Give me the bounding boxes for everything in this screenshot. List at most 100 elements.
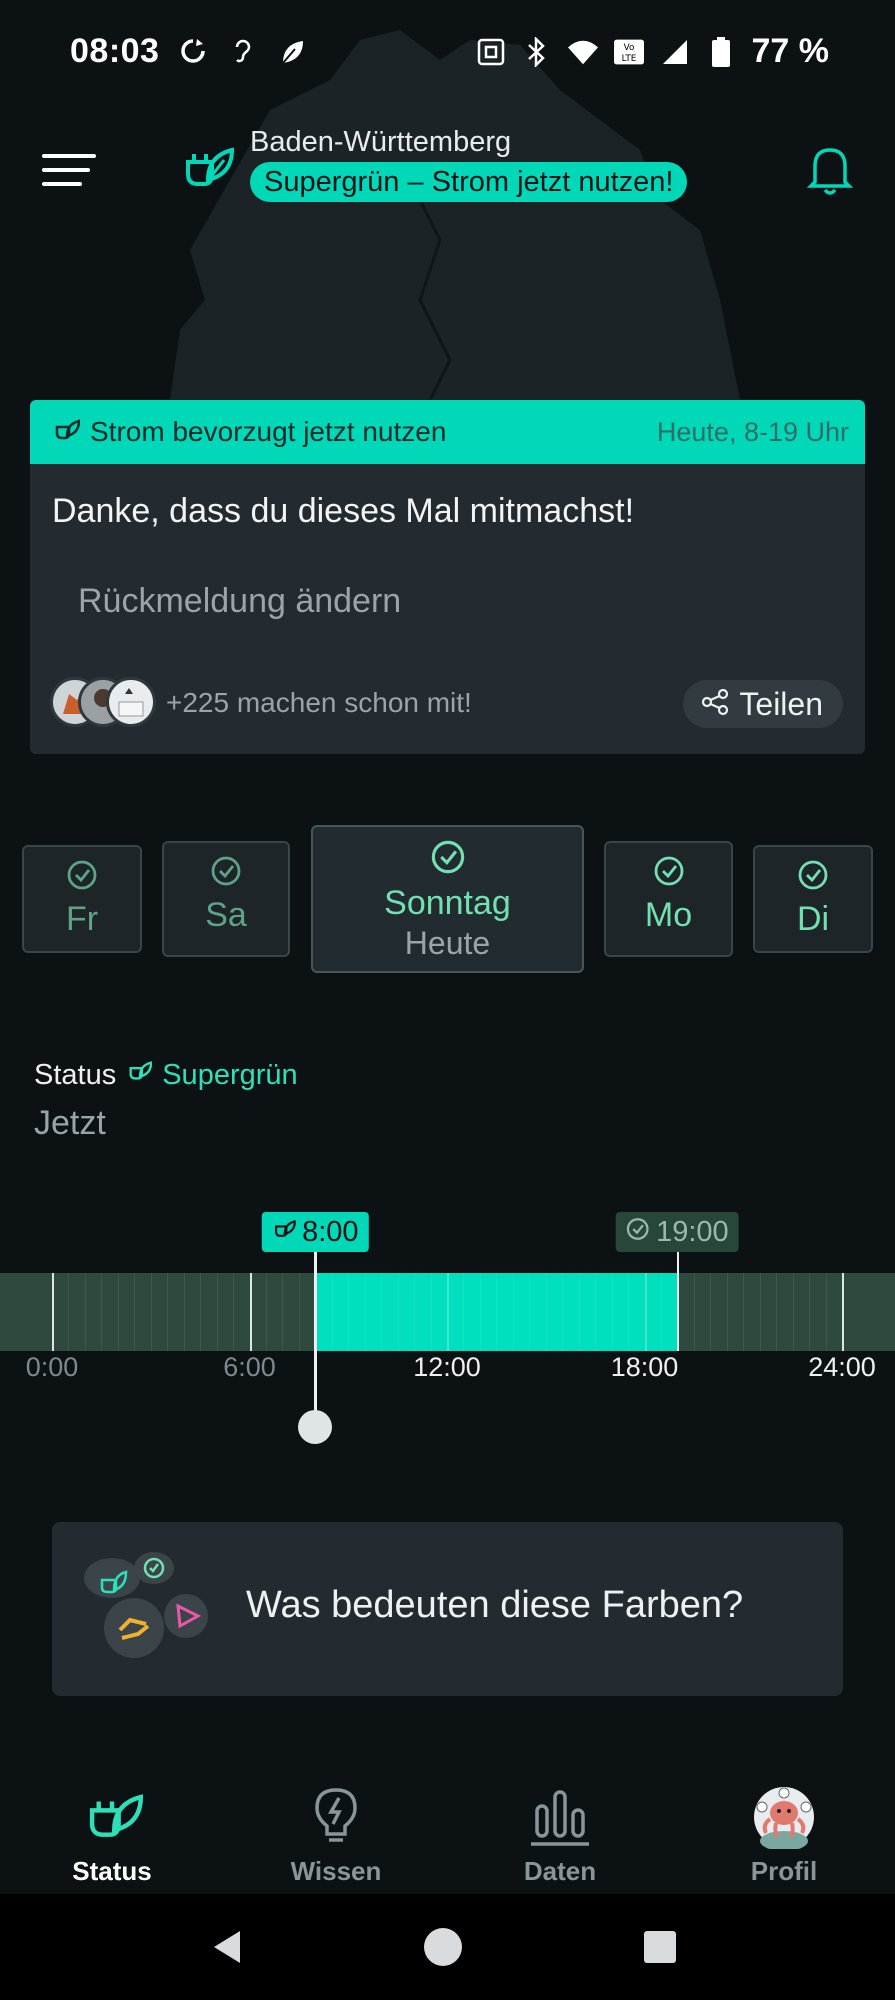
- color-legend-card[interactable]: Was bedeuten diese Farben?: [52, 1522, 843, 1696]
- timeline-minor-tick: [233, 1273, 235, 1351]
- timeline-minor-tick: [776, 1273, 778, 1351]
- timeline-label: 24:00: [808, 1352, 876, 1382]
- timeline-minor-tick: [282, 1273, 284, 1351]
- timeline-minor-tick: [496, 1273, 498, 1351]
- timeline-major-tick: [52, 1273, 54, 1351]
- timeline-minor-tick: [150, 1273, 152, 1351]
- timeline-minor-tick: [265, 1273, 267, 1351]
- timeline-minor-tick: [710, 1273, 712, 1351]
- nav-label: Daten: [523, 1856, 597, 1886]
- timeline-minor-tick: [693, 1273, 695, 1351]
- timeline-label: 12:00: [413, 1352, 481, 1382]
- participants-count: +225 machen schon mit!: [166, 687, 472, 718]
- share-button[interactable]: Teilen: [683, 680, 843, 728]
- timeline-minor-tick: [759, 1273, 761, 1351]
- nav-daten[interactable]: Daten: [448, 1760, 672, 1894]
- day-saturday[interactable]: Sa: [162, 841, 290, 957]
- timeline-start-marker: 8:00: [262, 1212, 369, 1252]
- timeline-minor-tick: [216, 1273, 218, 1351]
- system-navigation-bar: [0, 1894, 895, 2000]
- card-header: Strom bevorzugt jetzt nutzen Heute, 8-19…: [30, 400, 865, 464]
- end-time: 19:00: [656, 1215, 729, 1248]
- timeline-label: 0:00: [25, 1352, 79, 1382]
- plug-leaf-icon: [52, 416, 81, 449]
- timeline-cursor-handle[interactable]: [298, 1410, 333, 1444]
- system-status-bar: 08:03 Vo LTE 77 %: [0, 0, 895, 105]
- check-circle-icon: [210, 855, 242, 892]
- timeline-label: 18:00: [610, 1352, 679, 1382]
- hamburger-menu-icon[interactable]: [42, 150, 96, 190]
- timeline-minor-tick: [68, 1273, 70, 1351]
- timeline-minor-tick: [298, 1273, 300, 1351]
- timeline-minor-tick: [479, 1273, 481, 1351]
- start-time: 8:00: [302, 1215, 359, 1248]
- timeline-minor-tick: [743, 1273, 745, 1351]
- check-circle-icon: [653, 855, 685, 892]
- timeline-minor-tick: [331, 1273, 333, 1351]
- day-label: Sonntag: [384, 884, 511, 922]
- timeline-minor-tick: [381, 1273, 383, 1351]
- day-label: Mo: [644, 896, 693, 934]
- timeline-bar: [0, 1273, 895, 1351]
- timeline-minor-tick: [117, 1273, 119, 1351]
- day-timeline[interactable]: 8:00 19:00 0:00 6:00 12:00 18:00 24:00: [0, 1200, 895, 1444]
- clock: 08:03: [70, 32, 160, 70]
- nfc-icon: [476, 37, 506, 67]
- thank-you-message: Danke, dass du dieses Mal mitmachst!: [52, 492, 635, 530]
- timeline-major-tick: [644, 1273, 647, 1351]
- sync-icon: [178, 36, 208, 66]
- day-monday[interactable]: Mo: [604, 841, 733, 957]
- nav-wissen[interactable]: Wissen: [224, 1760, 448, 1894]
- color-legend-text: Was bedeuten diese Farben?: [246, 1584, 744, 1626]
- region-title[interactable]: Baden-Württemberg: [250, 126, 511, 159]
- timeline-minor-tick: [529, 1273, 531, 1351]
- timeline-minor-tick: [611, 1273, 613, 1351]
- octopus-avatar-icon: [749, 1782, 819, 1852]
- nav-profil[interactable]: Profil: [672, 1760, 895, 1894]
- change-feedback-link[interactable]: Rückmeldung ändern: [78, 582, 401, 621]
- bell-icon[interactable]: [805, 142, 855, 198]
- timeline-minor-tick: [660, 1273, 662, 1351]
- bluetooth-icon: [522, 36, 552, 67]
- timeline-minor-tick: [562, 1273, 564, 1351]
- svg-text:LTE: LTE: [621, 53, 636, 63]
- day-friday[interactable]: Fr: [22, 845, 142, 953]
- check-circle-icon: [430, 839, 466, 880]
- avatar: [106, 677, 156, 727]
- timeline-minor-tick: [397, 1273, 399, 1351]
- day-sunday-today[interactable]: Sonntag Heute: [311, 825, 584, 973]
- back-icon[interactable]: [203, 1922, 253, 1972]
- lightbulb-icon: [301, 1782, 371, 1852]
- recents-icon[interactable]: [635, 1922, 685, 1972]
- status-pill: Supergrün – Strom jetzt nutzen!: [250, 162, 688, 202]
- volte-icon: Vo LTE: [613, 37, 644, 67]
- status-value: Supergrün: [162, 1058, 298, 1091]
- check-circle-icon: [797, 859, 829, 896]
- timeline-minor-tick: [825, 1273, 827, 1351]
- timeline-minor-tick: [512, 1273, 514, 1351]
- day-label: Fr: [65, 900, 99, 938]
- timeline-major-tick: [842, 1273, 844, 1351]
- timeline-minor-tick: [595, 1273, 597, 1351]
- timeline-minor-tick: [101, 1273, 103, 1351]
- app-header: Baden-Württemberg Supergrün – Strom jetz…: [0, 120, 895, 220]
- hearing-icon: [228, 36, 258, 66]
- timeline-minor-tick: [809, 1273, 811, 1351]
- day-tuesday[interactable]: Di: [753, 845, 873, 953]
- signal-icon: [660, 37, 690, 67]
- status-time: Jetzt: [34, 1104, 106, 1142]
- wifi-icon: [567, 37, 598, 67]
- timeline-minor-tick: [628, 1273, 630, 1351]
- action-card: Strom bevorzugt jetzt nutzen Heute, 8-19…: [30, 400, 865, 754]
- share-label: Teilen: [739, 685, 823, 722]
- status-key: Status: [34, 1058, 117, 1091]
- battery-icon: [706, 36, 736, 67]
- plug-leaf-icon: [178, 140, 235, 196]
- timeline-minor-tick: [167, 1273, 169, 1351]
- timeline-minor-tick: [792, 1273, 794, 1351]
- timeline-minor-tick: [183, 1273, 185, 1351]
- home-icon[interactable]: [418, 1922, 468, 1972]
- svg-text:Vo: Vo: [623, 43, 634, 53]
- nav-status[interactable]: Status: [0, 1760, 224, 1894]
- plug-leaf-icon: [272, 1216, 297, 1249]
